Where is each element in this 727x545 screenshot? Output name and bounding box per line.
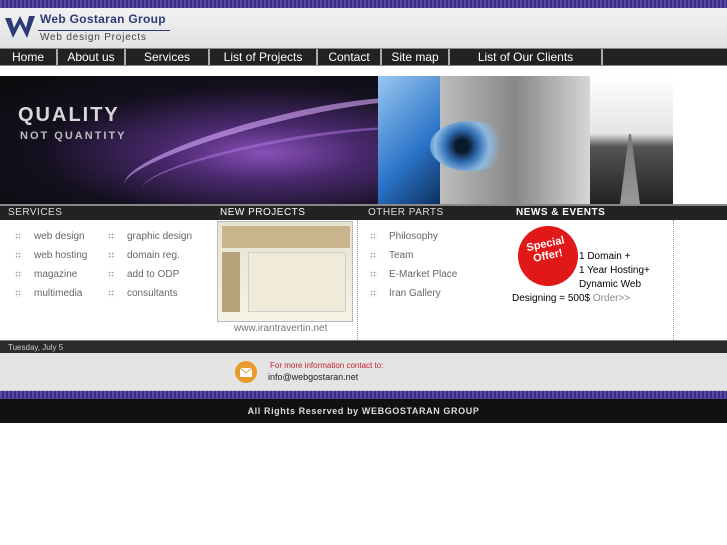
- service-magazine[interactable]: magazine: [15, 269, 77, 280]
- project-thumbnail[interactable]: [217, 221, 353, 322]
- road-lane: [620, 134, 640, 204]
- brand-name: Web Gostaran Group: [40, 12, 166, 26]
- bullet-icon: [108, 252, 115, 259]
- service-graphic-design[interactable]: graphic design: [108, 231, 192, 242]
- other-label: E-Market Place: [389, 269, 458, 280]
- offer-details: 1 Domain + 1 Year Hosting+ Dynamic Web: [579, 250, 650, 292]
- road-image: [590, 76, 673, 204]
- nav-about-us[interactable]: About us: [58, 49, 126, 65]
- service-web-hosting[interactable]: web hosting: [15, 250, 87, 261]
- news-heading: NEWS & EVENTS: [516, 207, 606, 218]
- offer-price-line: Designing = 500$ Order>>: [512, 293, 630, 304]
- bullet-icon: [15, 271, 22, 278]
- other-iran-gallery[interactable]: Iran Gallery: [370, 288, 441, 299]
- service-add-to-odp[interactable]: add to ODP: [108, 269, 179, 280]
- service-web-design[interactable]: web design: [15, 231, 85, 242]
- mail-icon: [235, 361, 257, 383]
- new-projects-column: www.irantravertin.net: [212, 220, 358, 340]
- contact-info: For more information contact to: info@we…: [0, 353, 727, 391]
- brand-subtitle: Web design Projects: [40, 32, 147, 43]
- bullet-icon: [108, 233, 115, 240]
- offer-price: Designing = 500$: [512, 293, 591, 304]
- offer-line: 1 Domain +: [579, 251, 631, 262]
- bullet-icon: [108, 271, 115, 278]
- thumb-content: [248, 252, 346, 312]
- new-projects-heading: NEW PROJECTS: [220, 207, 306, 218]
- bullet-icon: [108, 290, 115, 297]
- other-philosophy[interactable]: Philosophy: [370, 231, 438, 242]
- banner-headline: QUALITY: [18, 104, 120, 126]
- contact-prompt: For more information contact to:: [270, 361, 384, 370]
- date-bar: Tuesday, July 5: [0, 340, 727, 353]
- thumb-header: [222, 226, 350, 248]
- section-headers: SERVICES NEW PROJECTS OTHER PARTS NEWS &…: [0, 204, 727, 220]
- other-e-market-place[interactable]: E-Market Place: [370, 269, 457, 280]
- banner-tagline: NOT QUANTITY: [20, 130, 127, 142]
- bottom-stripe: [0, 391, 727, 399]
- offer-line: 1 Year Hosting+: [579, 265, 650, 276]
- top-stripe: [0, 0, 727, 8]
- service-label: magazine: [34, 269, 78, 280]
- site-header: Web Gostaran Group Web design Projects: [0, 8, 727, 48]
- nav-site-map[interactable]: Site map: [382, 49, 450, 65]
- bullet-icon: [15, 290, 22, 297]
- order-link[interactable]: Order>>: [593, 293, 630, 304]
- other-label: Iran Gallery: [389, 288, 441, 299]
- other-label: Team: [389, 250, 414, 261]
- nav-contact[interactable]: Contact: [318, 49, 382, 65]
- service-label: web design: [34, 231, 85, 242]
- quality-banner: QUALITY NOT QUANTITY: [0, 76, 378, 204]
- nav-home[interactable]: Home: [0, 49, 58, 65]
- service-label: web hosting: [34, 250, 88, 261]
- bullet-icon: [370, 271, 377, 278]
- nav-list-of-clients[interactable]: List of Our Clients: [450, 49, 603, 65]
- logo-icon: [5, 16, 35, 38]
- services-heading: SERVICES: [8, 207, 63, 218]
- contact-email[interactable]: info@webgostaran.net: [268, 372, 358, 382]
- bullet-icon: [15, 252, 22, 259]
- offer-line: Dynamic Web: [579, 279, 642, 290]
- footer-copyright: All Rights Reserved by WEBGOSTARAN GROUP: [0, 399, 727, 423]
- bullet-icon: [370, 233, 377, 240]
- services-column: web design graphic design web hosting do…: [0, 220, 212, 340]
- eye-pupil: [430, 121, 510, 171]
- nav-filler: [603, 49, 727, 65]
- service-label: graphic design: [127, 231, 193, 242]
- nav-list-of-projects[interactable]: List of Projects: [210, 49, 318, 65]
- banner-spacer: [673, 76, 727, 204]
- service-label: consultants: [127, 288, 178, 299]
- eye-image: [430, 76, 590, 204]
- service-label: domain reg.: [127, 250, 180, 261]
- other-label: Philosophy: [389, 231, 438, 242]
- service-label: multimedia: [34, 288, 83, 299]
- main-nav: Home About us Services List of Projects …: [0, 48, 727, 66]
- brand-divider: [38, 30, 170, 31]
- other-parts-column: Philosophy Team E-Market Place Iran Gall…: [358, 220, 508, 340]
- bullet-icon: [370, 290, 377, 297]
- bullet-icon: [370, 252, 377, 259]
- content-row: web design graphic design web hosting do…: [0, 220, 727, 340]
- special-offer-badge: Special Offer!: [512, 220, 584, 292]
- service-domain-reg[interactable]: domain reg.: [108, 250, 180, 261]
- hero-banner: QUALITY NOT QUANTITY: [0, 76, 727, 204]
- other-parts-heading: OTHER PARTS: [368, 207, 444, 218]
- thumb-sidebar: [222, 252, 240, 312]
- other-team[interactable]: Team: [370, 250, 413, 261]
- service-consultants[interactable]: consultants: [108, 288, 178, 299]
- service-label: add to ODP: [127, 269, 180, 280]
- bullet-icon: [15, 233, 22, 240]
- project-link[interactable]: www.irantravertin.net: [234, 323, 327, 334]
- service-multimedia[interactable]: multimedia: [15, 288, 82, 299]
- nav-services[interactable]: Services: [126, 49, 210, 65]
- news-column: Special Offer! 1 Domain + 1 Year Hosting…: [508, 220, 674, 340]
